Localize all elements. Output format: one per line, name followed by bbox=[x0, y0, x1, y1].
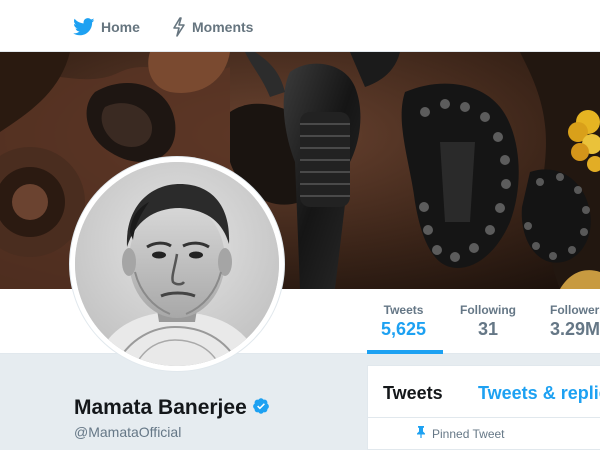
stat-followers[interactable]: Followers 3.29M bbox=[550, 303, 600, 340]
verified-badge-icon bbox=[252, 397, 270, 420]
profile-page: Home Moments Tweets 5,625 Following 31 F… bbox=[0, 0, 600, 450]
stat-tweets-label: Tweets bbox=[383, 303, 424, 317]
top-navigation-bar: Home Moments bbox=[0, 0, 600, 52]
pin-icon bbox=[416, 426, 426, 441]
stat-tweets-value: 5,625 bbox=[381, 319, 427, 339]
nav-home[interactable]: Home bbox=[73, 14, 140, 40]
pinned-tweet-indicator: Pinned Tweet bbox=[416, 426, 505, 441]
active-stat-underline bbox=[367, 350, 443, 354]
nav-moments-label: Moments bbox=[192, 19, 254, 35]
profile-name-row: Mamata Banerjee bbox=[74, 396, 270, 420]
profile-avatar[interactable] bbox=[70, 157, 284, 371]
timeline-tabs: Tweets Tweets & replies bbox=[368, 366, 600, 418]
stat-following[interactable]: Following 31 bbox=[460, 303, 516, 340]
tab-tweets[interactable]: Tweets bbox=[383, 383, 443, 404]
profile-handle[interactable]: @MamataOfficial bbox=[74, 424, 181, 440]
tab-tweets-and-replies[interactable]: Tweets & replies bbox=[478, 383, 600, 404]
stat-tweets[interactable]: Tweets 5,625 bbox=[381, 303, 426, 340]
twitter-bird-icon bbox=[73, 18, 95, 36]
timeline-panel: Tweets Tweets & replies Pinned Tweet bbox=[367, 365, 600, 450]
lightning-bolt-icon bbox=[172, 17, 186, 37]
stat-following-value: 31 bbox=[477, 319, 499, 339]
profile-name[interactable]: Mamata Banerjee bbox=[74, 396, 247, 420]
nav-moments[interactable]: Moments bbox=[172, 14, 253, 40]
stat-followers-label: Followers bbox=[550, 303, 600, 317]
nav-home-label: Home bbox=[101, 19, 140, 35]
pinned-tweet-preview[interactable] bbox=[416, 446, 596, 450]
stat-following-label: Following bbox=[460, 303, 516, 317]
pinned-tweet-label: Pinned Tweet bbox=[432, 426, 505, 441]
stat-followers-value: 3.29M bbox=[550, 319, 600, 339]
avatar-image bbox=[75, 162, 279, 366]
